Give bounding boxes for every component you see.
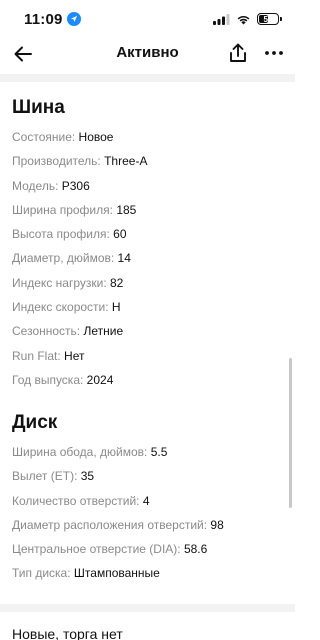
battery-tip <box>280 17 282 21</box>
spec-row: Состояние: Новое <box>12 125 282 149</box>
spec-value: 35 <box>80 469 95 484</box>
spec-label: Сезонность: <box>12 324 84 339</box>
spec-row: Центральное отверстие (DIA): 58.6 <box>12 537 282 561</box>
spec-label: Вылет (ET): <box>12 469 81 484</box>
spec-row: Диаметр, дюймов: 14 <box>12 246 282 270</box>
spec-label: Год выпуска: <box>12 372 87 387</box>
spec-row: Диаметр расположения отверстий: 98 <box>12 513 282 537</box>
spec-row: Производитель: Three-A <box>12 149 282 173</box>
spec-label: Центральное отверстие (DIA): <box>12 542 184 557</box>
spec-value: 14 <box>117 251 131 266</box>
spec-label: Индекс скорости: <box>12 300 112 315</box>
spec-label: Ширина обода, дюймов: <box>12 445 151 459</box>
spec-value: Нет <box>64 348 85 363</box>
spec-value: P306 <box>61 178 90 193</box>
spec-row: Модель: P306 <box>12 174 282 198</box>
spec-value: 4 <box>142 493 150 508</box>
page-title: Активно <box>116 44 179 61</box>
spec-label: Run Flat: <box>12 348 65 363</box>
spec-row: Run Flat: Нет <box>12 344 282 368</box>
location-arrow-icon <box>67 12 81 26</box>
disk-section: Диск Ширина обода, дюймов: 5.5 Вылет (ET… <box>12 408 282 586</box>
section-divider <box>0 74 295 82</box>
spec-value: 82 <box>110 275 124 290</box>
spec-label: Ширина профиля: <box>12 202 117 217</box>
spec-value: 2024 <box>86 372 114 387</box>
spec-value: Three-A <box>104 154 148 169</box>
spec-label: Модель: <box>12 178 62 193</box>
nav-bar: Активно <box>0 36 295 72</box>
spec-value: Летние <box>83 324 124 339</box>
spec-value: 58.6 <box>183 542 208 557</box>
spec-label: Производитель: <box>12 154 105 169</box>
spec-row: Количество отверстий: 4 <box>12 489 282 513</box>
spec-label: Индекс нагрузки: <box>12 275 110 290</box>
spec-row: Вылет (ET): 35 <box>12 464 282 488</box>
scrollbar-thumb[interactable] <box>289 358 292 508</box>
spec-value: 5.5 <box>150 445 168 459</box>
tire-spec-list: Состояние: Новое Производитель: Three-A … <box>12 125 282 392</box>
spec-row: Тип диска: Штампованные <box>12 561 282 585</box>
spec-value: Новое <box>78 130 114 144</box>
status-bar: 11:09 50 <box>0 0 295 36</box>
spec-row: Год выпуска: 2024 <box>12 368 282 392</box>
spec-label: Диаметр, дюймов: <box>12 251 118 266</box>
spec-row: Высота профиля: 60 <box>12 222 282 246</box>
wifi-icon <box>237 15 250 24</box>
spec-row: Ширина профиля: 185 <box>12 198 282 222</box>
spec-row: Индекс нагрузки: 82 <box>12 271 282 295</box>
spec-value: 60 <box>113 227 127 242</box>
spec-value: H <box>111 300 121 315</box>
more-options-icon[interactable] <box>264 42 284 64</box>
disk-spec-list: Ширина обода, дюймов: 5.5 Вылет (ET): 35… <box>12 440 282 586</box>
tire-section-title: Шина <box>12 97 65 118</box>
spec-label: Диаметр расположения отверстий: <box>12 517 211 532</box>
battery-icon: 50 <box>257 13 282 25</box>
condition-heading: Новые, торга нет <box>12 626 123 640</box>
spec-row: Сезонность: Летние <box>12 319 282 343</box>
battery-percent: 50 <box>263 14 273 24</box>
spec-label: Высота профиля: <box>12 227 114 242</box>
status-indicators: 50 <box>213 12 282 26</box>
disk-section-title: Диск <box>12 412 58 433</box>
spec-value: 185 <box>116 202 137 217</box>
spec-label: Состояние: <box>12 130 79 144</box>
status-time: 11:09 <box>24 11 63 28</box>
spec-row: Ширина обода, дюймов: 5.5 <box>12 440 282 464</box>
signal-icon <box>213 13 230 25</box>
tire-section: Шина Состояние: Новое Производитель: Thr… <box>12 93 282 392</box>
section-divider <box>0 604 295 612</box>
share-icon[interactable] <box>228 42 248 64</box>
spec-value: 98 <box>210 517 224 532</box>
spec-label: Количество отверстий: <box>12 493 143 508</box>
spec-value: Штампованные <box>73 566 160 581</box>
spec-label: Тип диска: <box>12 566 74 581</box>
spec-row: Индекс скорости: H <box>12 295 282 319</box>
